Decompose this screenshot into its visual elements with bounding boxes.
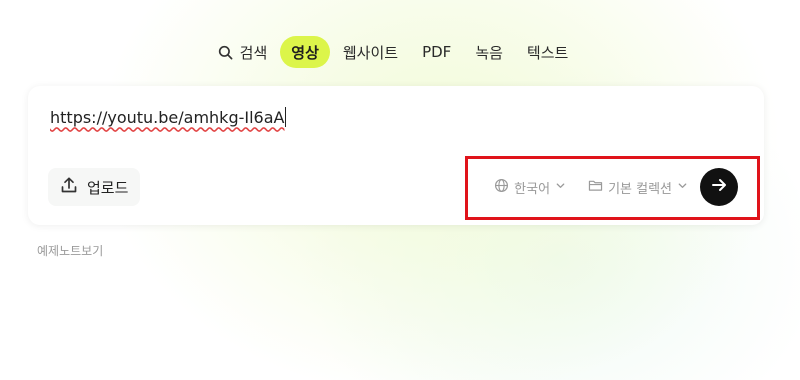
chevron-down-icon: [677, 180, 688, 195]
submit-controls: 한국어 기본 컬렉션: [494, 168, 738, 206]
tab-search[interactable]: 검색: [207, 36, 279, 68]
arrow-right-icon: [710, 176, 728, 198]
language-select[interactable]: 한국어: [494, 178, 566, 197]
url-input[interactable]: https://youtu.be/amhkg-Il6aA: [50, 104, 730, 130]
globe-icon: [494, 178, 509, 197]
upload-icon: [60, 176, 78, 198]
text-caret: [285, 107, 287, 127]
tab-pdf-label: PDF: [422, 43, 452, 61]
mode-tabs: 검색 영상 웹사이트 PDF 녹음 텍스트: [0, 34, 800, 70]
language-select-label: 한국어: [514, 181, 551, 197]
chevron-down-icon: [555, 180, 566, 195]
tab-text[interactable]: 텍스트: [516, 36, 579, 68]
example-notes-link[interactable]: 예제노트보기: [37, 242, 103, 259]
search-icon: [218, 45, 233, 60]
upload-button-label: 업로드: [87, 178, 129, 197]
url-input-value: https://youtu.be/amhkg-Il6aA: [50, 107, 285, 127]
tab-search-label: 검색: [239, 43, 268, 62]
tab-recording-label: 녹음: [475, 43, 503, 62]
tab-website[interactable]: 웹사이트: [332, 36, 409, 68]
tab-video[interactable]: 영상: [280, 36, 330, 68]
collection-select[interactable]: 기본 컬렉션: [588, 178, 688, 197]
upload-button[interactable]: 업로드: [48, 168, 141, 206]
folder-icon: [588, 179, 603, 196]
tab-pdf[interactable]: PDF: [411, 36, 462, 68]
collection-select-label: 기본 컬렉션: [608, 181, 672, 197]
tab-text-label: 텍스트: [526, 43, 569, 62]
input-card: https://youtu.be/amhkg-Il6aA 업로드 한국어 기본 …: [28, 86, 764, 225]
tab-recording[interactable]: 녹음: [464, 36, 514, 68]
tab-video-label: 영상: [291, 43, 319, 62]
submit-button[interactable]: [700, 168, 738, 206]
tab-website-label: 웹사이트: [342, 43, 399, 62]
